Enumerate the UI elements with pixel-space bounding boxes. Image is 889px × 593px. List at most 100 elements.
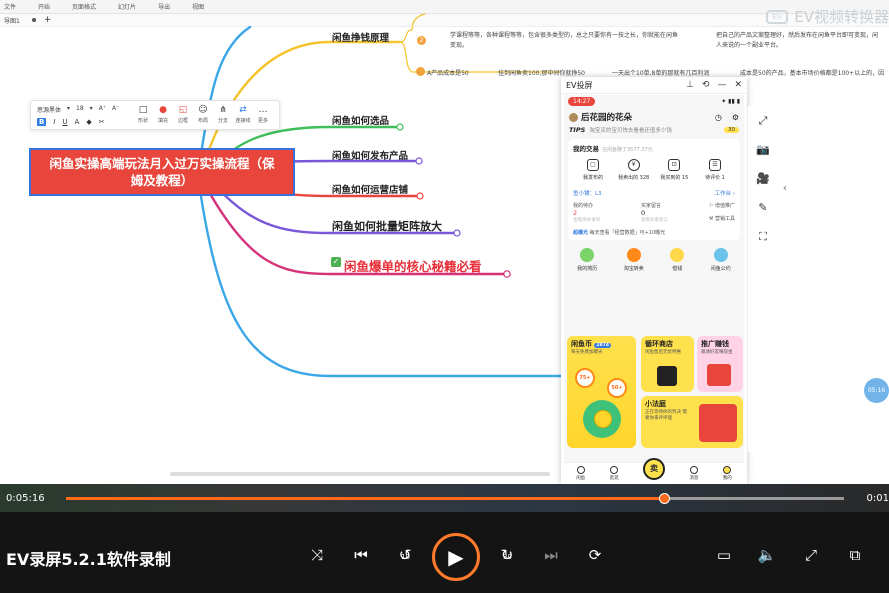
player-controls: EV录屏5.2.1软件录制 ⤨ ⏮ ↺ 10 ▶ ↻ 30 ⏭ ⟳ ▭ 🔈 ⤢ ⧉ — [0, 512, 889, 593]
pin-icon[interactable]: ⊥ — [686, 80, 694, 90]
pip-icon[interactable]: ⧉ — [842, 542, 868, 568]
tile-cycle-shop[interactable]: 循环商店 闲鱼售后无忧特惠 — [641, 336, 694, 392]
mindmap-root-node[interactable]: 闲鱼实操高端玩法月入过万实操流程（保姆及教程） — [29, 148, 295, 196]
smile-icon — [723, 466, 732, 474]
trade-sold[interactable]: ¥ 我卖出的 328 — [614, 159, 654, 181]
tile-promo-title: 推广赚钱 — [701, 340, 729, 348]
exposure-row[interactable]: 超曝光 每天查看「经营数据」可+10曝光 — [573, 229, 735, 236]
minimize-icon[interactable]: — — [717, 80, 726, 90]
shop-level[interactable]: 鱼小铺：L3 — [573, 189, 602, 197]
shape-tool[interactable]: □ 形状 — [135, 105, 151, 124]
branch-publish-product[interactable]: 闲鱼如何发布产品 — [332, 148, 408, 162]
connector-blue-top — [198, 25, 252, 162]
nav-messages[interactable]: 消息 — [689, 466, 698, 481]
tile-xianyu-coin[interactable]: 闲鱼币 2874 每天免费加曝光 75+ 50+ — [567, 336, 636, 448]
service-taobao-resell[interactable]: 淘宝转卖 — [624, 248, 644, 272]
branch-tool[interactable]: ⋔ 分支 — [215, 105, 231, 124]
connector-tool[interactable]: ⇄ 连接线 — [235, 105, 251, 124]
convention-icon — [713, 248, 728, 262]
checkbox-icon[interactable]: ✓ — [331, 257, 341, 267]
tile-small-court[interactable]: 小法庭 正在等待你的判决 需要你来评评理 — [641, 396, 743, 448]
nav-explore[interactable]: 逛逛 — [610, 466, 619, 481]
service-borrow[interactable]: 借钱 — [670, 248, 685, 272]
forward-30-button[interactable]: ↻ 30 — [494, 542, 520, 568]
rotate-icon[interactable]: ⟲ — [702, 80, 710, 90]
service-resume[interactable]: 我的简历 — [577, 248, 597, 272]
more-icon: … — [258, 105, 268, 115]
seek-bar-played — [66, 497, 664, 500]
highlight-button[interactable]: ◆ — [86, 118, 91, 126]
italic-button[interactable]: I — [53, 118, 55, 126]
branch-matrix-scale[interactable]: 闲鱼如何批量矩阵放大 — [332, 218, 442, 234]
fullscreen-icon[interactable]: ⤢ — [798, 542, 824, 568]
fullscreen-icon[interactable]: ⤢ — [748, 106, 778, 135]
stat-messages[interactable]: 买家留言 0 查看买家留言 — [641, 202, 668, 223]
nav-home[interactable]: 闲鱼 — [576, 466, 585, 481]
record-icon[interactable]: 🎥 — [748, 164, 778, 193]
underline-button[interactable]: U — [62, 118, 67, 126]
workbench-link[interactable]: 工作台 › — [715, 189, 735, 197]
volume-icon[interactable]: 🔈 — [754, 542, 780, 568]
detail-cost-icon — [416, 67, 425, 76]
tips-bar[interactable]: TIPS 淘宝买的宝贝快去看看还值多少钱 30 — [564, 126, 744, 134]
collapse-arrow-icon[interactable]: ‹ — [779, 176, 791, 200]
bold-button[interactable]: B — [37, 118, 47, 126]
sell-button[interactable]: 卖 — [642, 457, 665, 480]
chevron-down-icon[interactable]: ▾ — [67, 105, 70, 114]
rewind-10-button[interactable]: ↺ 10 — [392, 542, 418, 568]
subtitle-icon[interactable]: ▭ — [711, 542, 737, 568]
tile-coin-title-text: 闲鱼币 — [571, 340, 592, 348]
close-icon[interactable]: ✕ — [734, 80, 742, 90]
crop-icon[interactable]: ⛶ — [748, 222, 778, 251]
horizontal-scrollbar[interactable] — [170, 472, 550, 476]
fill-tool[interactable]: ● 填充 — [155, 105, 171, 124]
next-icon[interactable]: ⏭ — [538, 542, 564, 568]
chevron-down-icon[interactable]: ▾ — [90, 105, 93, 114]
layout-tool[interactable]: ☺ 布局 — [195, 105, 211, 124]
more-tool[interactable]: … 更多 — [255, 105, 271, 124]
detail-sell-price: 挂到闲鱼卖100,那中间你就挣50 — [498, 70, 585, 77]
trade-bought[interactable]: ⊡ 我买到的 15 — [654, 159, 694, 181]
branch-product-selection[interactable]: 闲鱼如何选品 — [332, 113, 389, 127]
font-size-select[interactable]: 18 — [76, 105, 84, 114]
screenshot-icon[interactable]: 📷 — [748, 135, 778, 164]
brush-icon[interactable]: ✎ — [748, 193, 778, 222]
branch-operate-shop[interactable]: 闲鱼如何运营店铺 — [332, 182, 408, 196]
avatar[interactable] — [569, 112, 578, 122]
branch-earning-principle[interactable]: 闲鱼挣钱原理 — [332, 30, 389, 44]
font-color-button[interactable]: A — [75, 118, 80, 126]
font-name-select[interactable]: 思源黑体 — [37, 105, 61, 114]
service-convention[interactable]: 闲鱼公约 — [711, 248, 731, 272]
seek-bar[interactable] — [66, 493, 844, 504]
previous-icon[interactable]: ⏮ — [348, 542, 374, 568]
username[interactable]: 后花园的花朵 — [581, 111, 632, 123]
node-dot-purple1 — [415, 157, 423, 165]
stat-promotion[interactable]: ⚐ 增值推广 ⚒ 营销工具 — [709, 202, 735, 223]
border-tool[interactable]: ◱ 边框 — [175, 105, 191, 124]
branch-core-secrets[interactable]: 闲鱼爆单的核心秘籍必看 — [344, 256, 482, 275]
layout-label: 布局 — [197, 118, 208, 124]
tile-coin-sub: 每天免费加曝光 — [571, 350, 603, 355]
trade-published[interactable]: ▢ 我发布的 — [573, 159, 613, 181]
border-icon: ◱ — [178, 105, 188, 115]
play-button[interactable]: ▶ — [432, 533, 480, 581]
floating-timer-bubble[interactable]: 05:16 — [864, 378, 889, 403]
shuffle-icon[interactable]: ⤨ — [304, 542, 330, 568]
tile-promo-earn[interactable]: 推广赚钱 邀请好友赚现金 — [697, 336, 743, 392]
video-timeline: 0:05:16 0:01 — [0, 484, 889, 512]
nav-mine[interactable]: 我的 — [723, 466, 732, 481]
history-icon[interactable]: ◷ — [715, 113, 722, 122]
gear-icon[interactable]: ⚙ — [732, 113, 739, 122]
trade-review[interactable]: ☰ 待评价 1 — [695, 159, 735, 181]
shape-label: 形状 — [137, 118, 148, 124]
branch-label: 分支 — [217, 118, 228, 124]
connector-icon: ⇄ — [239, 105, 247, 115]
font-grow-icon[interactable]: A⁺ — [99, 105, 106, 114]
trade-published-label: 我发布的 — [582, 175, 603, 181]
loop-icon[interactable]: ⟳ — [582, 542, 608, 568]
connector-principle-top — [411, 13, 426, 31]
clear-format-button[interactable]: ✂ — [99, 118, 105, 126]
seek-handle[interactable] — [658, 493, 670, 504]
stat-todo[interactable]: 我的待办 2 查看待办事项 — [573, 202, 600, 223]
font-shrink-icon[interactable]: A⁻ — [112, 105, 119, 114]
